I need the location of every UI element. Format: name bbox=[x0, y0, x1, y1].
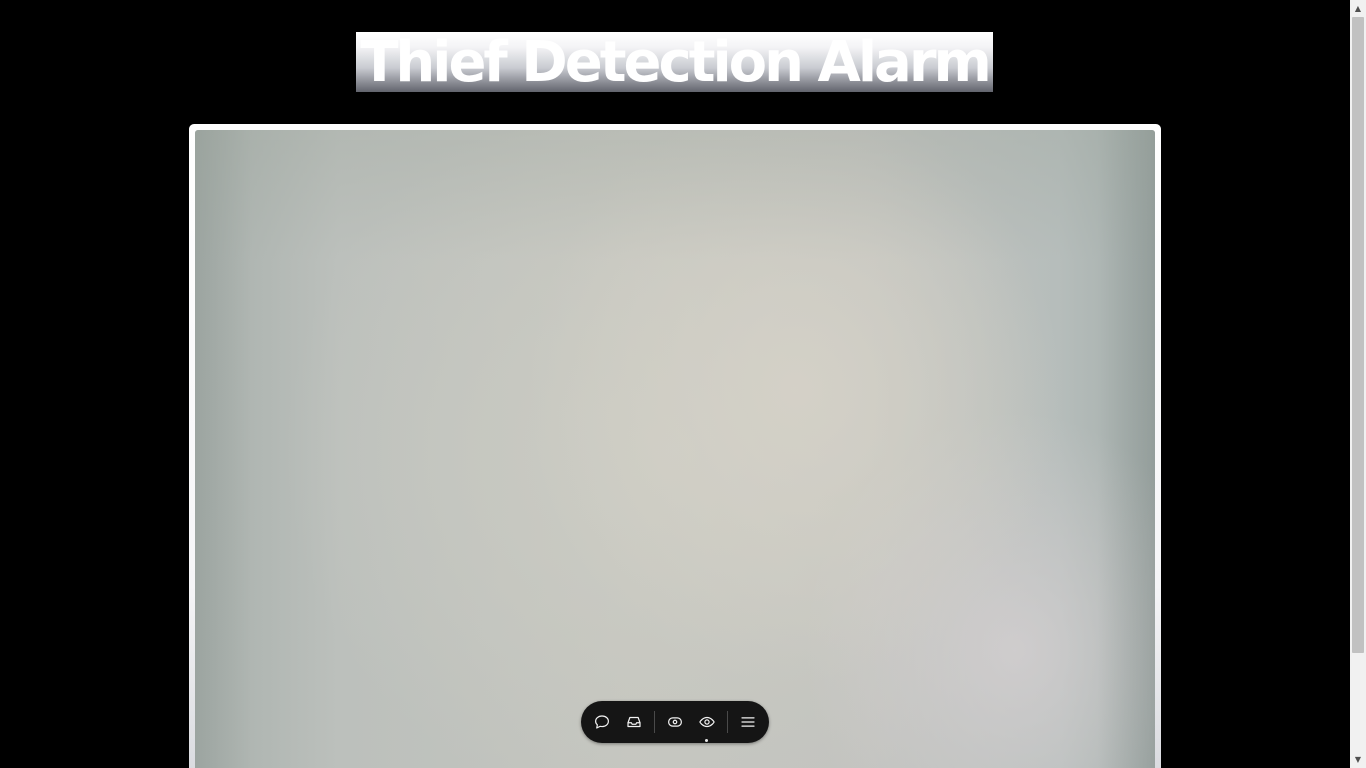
view-button[interactable] bbox=[695, 710, 719, 734]
hamburger-menu-icon bbox=[741, 717, 755, 727]
camera-frame bbox=[189, 124, 1161, 768]
toolbar-divider bbox=[727, 711, 728, 733]
eye-icon bbox=[699, 716, 715, 728]
eye-toggle-icon bbox=[668, 717, 682, 727]
webcam-feed bbox=[195, 130, 1155, 768]
chat-bubble-icon bbox=[595, 715, 609, 729]
toolbar-divider bbox=[654, 711, 655, 733]
scroll-down-arrow[interactable]: ▼ bbox=[1350, 751, 1366, 768]
menu-button[interactable] bbox=[736, 710, 760, 734]
chat-button[interactable] bbox=[590, 710, 614, 734]
inbox-tray-icon bbox=[627, 716, 641, 728]
page-title: Thief Detection Alarm bbox=[360, 32, 992, 93]
floating-toolbar bbox=[581, 701, 769, 743]
visibility-toggle-button[interactable] bbox=[663, 710, 687, 734]
active-indicator bbox=[705, 739, 708, 742]
vertical-scrollbar[interactable]: ▲ ▼ bbox=[1350, 0, 1366, 768]
scroll-thumb[interactable] bbox=[1352, 17, 1364, 653]
page-title-banner: Thief Detection Alarm bbox=[356, 32, 993, 92]
page: Thief Detection Alarm bbox=[0, 0, 1350, 768]
inbox-button[interactable] bbox=[622, 710, 646, 734]
scroll-up-arrow[interactable]: ▲ bbox=[1350, 0, 1366, 17]
